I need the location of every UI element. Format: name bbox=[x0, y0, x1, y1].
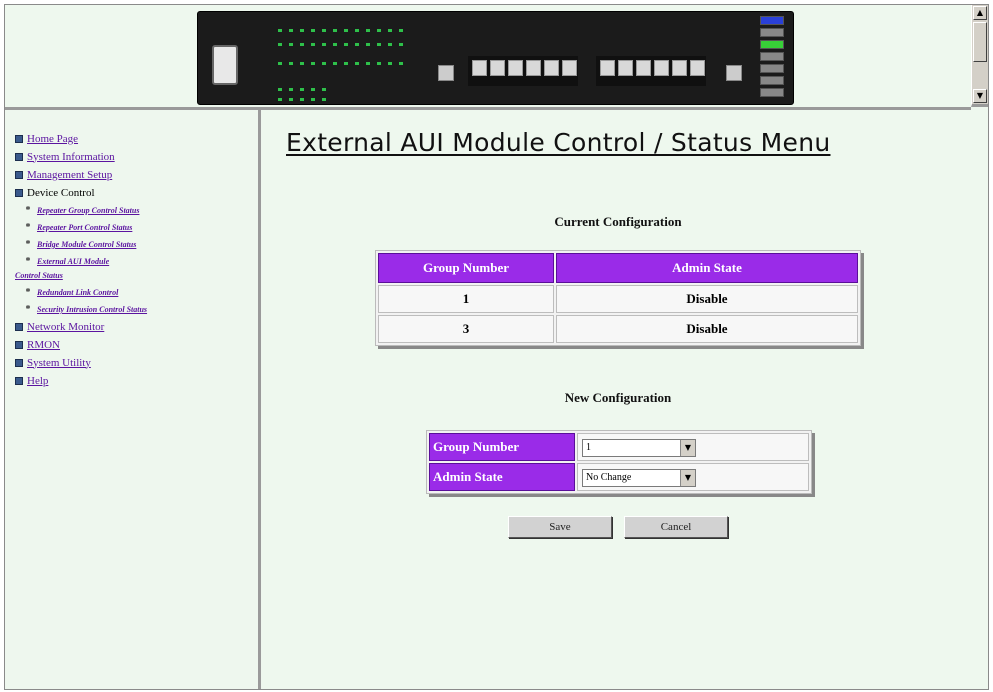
admin-state-cell: No Change ▼ bbox=[577, 463, 809, 491]
bullet-icon bbox=[15, 377, 23, 385]
scroll-up-icon[interactable]: ▲ bbox=[973, 6, 987, 20]
star-icon: * bbox=[25, 239, 31, 250]
group-number-cell: 1 ▼ bbox=[577, 433, 809, 461]
new-config-form: Group Number 1 ▼ Admin State No Change ▼ bbox=[426, 430, 812, 494]
bullet-icon bbox=[15, 171, 23, 179]
sub-link-redundant-link[interactable]: Redundant Link Control bbox=[37, 284, 118, 301]
star-icon: * bbox=[25, 287, 31, 298]
cancel-button[interactable]: Cancel bbox=[624, 516, 728, 538]
led-row bbox=[278, 88, 333, 101]
dropdown-arrow-icon[interactable]: ▼ bbox=[680, 439, 695, 456]
column-header-group-number: Group Number bbox=[378, 253, 554, 283]
device-front-panel[interactable] bbox=[197, 11, 794, 105]
nav-item-management-setup[interactable]: Management Setup bbox=[15, 166, 251, 184]
sub-link-repeater-group[interactable]: Repeater Group Control Status bbox=[37, 202, 139, 219]
group-number-label: Group Number bbox=[429, 433, 575, 461]
dropdown-arrow-icon[interactable]: ▼ bbox=[680, 469, 695, 486]
nav-link-system-info[interactable]: System Information bbox=[27, 149, 115, 166]
port-group-left bbox=[468, 56, 578, 86]
table-row: 1 Disable bbox=[378, 285, 858, 313]
bullet-icon bbox=[15, 135, 23, 143]
led-row bbox=[278, 78, 333, 91]
sub-item-external-aui[interactable]: * External AUI Module bbox=[15, 253, 251, 270]
column-header-admin-state: Admin State bbox=[556, 253, 858, 283]
module-buttons bbox=[760, 16, 786, 100]
nav-item-network-monitor[interactable]: Network Monitor bbox=[15, 318, 251, 336]
cell-admin-state: Disable bbox=[556, 315, 858, 343]
admin-state-value: No Change bbox=[586, 472, 632, 484]
nav-link-rmon[interactable]: RMON bbox=[27, 337, 60, 354]
header-scrollbar[interactable]: ▲ ▼ bbox=[971, 5, 988, 107]
nav-item-system-info[interactable]: System Information bbox=[15, 148, 251, 166]
bullet-icon bbox=[15, 341, 23, 349]
nav-link-network-monitor[interactable]: Network Monitor bbox=[27, 319, 104, 336]
mdi-port-icon bbox=[438, 65, 454, 81]
sub-item-bridge-module[interactable]: * Bridge Module Control Status bbox=[15, 236, 251, 253]
star-icon: * bbox=[25, 256, 31, 267]
bullet-icon bbox=[15, 359, 23, 367]
led-row bbox=[278, 52, 410, 65]
new-config-heading: New Configuration bbox=[564, 390, 672, 405]
star-icon: * bbox=[25, 205, 31, 216]
expansion-slot-icon bbox=[212, 45, 238, 85]
sub-link-external-aui[interactable]: External AUI Module bbox=[37, 253, 109, 270]
current-config-table: Group Number Admin State 1 Disable 3 Dis… bbox=[375, 250, 861, 346]
nav-label-device-control: Device Control bbox=[27, 186, 95, 199]
group-number-value: 1 bbox=[586, 442, 591, 454]
current-config-heading: Current Configuration bbox=[554, 214, 682, 229]
sub-link-repeater-port[interactable]: Repeater Port Control Status bbox=[37, 219, 132, 236]
page-title: External AUI Module Control / Status Men… bbox=[286, 128, 831, 157]
nav-item-system-utility[interactable]: System Utility bbox=[15, 354, 251, 372]
nav-link-help[interactable]: Help bbox=[27, 373, 48, 390]
sidebar-nav: Home Page System Information Management … bbox=[15, 130, 251, 390]
table-header-row: Group Number Admin State bbox=[378, 253, 858, 283]
sub-link-security-intrusion[interactable]: Security Intrusion Control Status bbox=[37, 301, 147, 318]
bullet-icon bbox=[15, 189, 23, 197]
nav-link-management-setup[interactable]: Management Setup bbox=[27, 167, 112, 184]
nav-item-home[interactable]: Home Page bbox=[15, 130, 251, 148]
star-icon: * bbox=[25, 304, 31, 315]
table-row: 3 Disable bbox=[378, 315, 858, 343]
form-row-admin-state: Admin State No Change ▼ bbox=[429, 463, 809, 491]
scroll-thumb[interactable] bbox=[973, 22, 987, 62]
content-frame: External AUI Module Control / Status Men… bbox=[262, 110, 988, 689]
sub-item-repeater-group[interactable]: * Repeater Group Control Status bbox=[15, 202, 251, 219]
cell-group-number: 1 bbox=[378, 285, 554, 313]
port-group-right bbox=[596, 56, 706, 86]
nav-item-rmon[interactable]: RMON bbox=[15, 336, 251, 354]
mdi-port-icon bbox=[726, 65, 742, 81]
sub-link-external-aui-cont[interactable]: Control Status bbox=[15, 270, 251, 284]
admin-state-select[interactable]: No Change ▼ bbox=[582, 468, 696, 487]
cell-group-number: 3 bbox=[378, 315, 554, 343]
scroll-down-icon[interactable]: ▼ bbox=[973, 89, 987, 103]
admin-state-label: Admin State bbox=[429, 463, 575, 491]
bullet-icon bbox=[15, 153, 23, 161]
bullet-icon bbox=[15, 323, 23, 331]
nav-link-home[interactable]: Home Page bbox=[27, 131, 78, 148]
nav-item-help[interactable]: Help bbox=[15, 372, 251, 390]
cell-admin-state: Disable bbox=[556, 285, 858, 313]
sub-item-redundant-link[interactable]: * Redundant Link Control bbox=[15, 284, 251, 301]
header-frame bbox=[5, 5, 971, 110]
nav-frame: Home Page System Information Management … bbox=[5, 110, 261, 689]
nav-item-device-control: Device Control bbox=[15, 184, 251, 202]
form-row-group-number: Group Number 1 ▼ bbox=[429, 433, 809, 461]
star-icon: * bbox=[25, 222, 31, 233]
led-row bbox=[278, 19, 410, 32]
nav-link-system-utility[interactable]: System Utility bbox=[27, 355, 91, 372]
sub-item-security-intrusion[interactable]: * Security Intrusion Control Status bbox=[15, 301, 251, 318]
save-button[interactable]: Save bbox=[508, 516, 612, 538]
sub-item-repeater-port[interactable]: * Repeater Port Control Status bbox=[15, 219, 251, 236]
sub-link-bridge-module[interactable]: Bridge Module Control Status bbox=[37, 236, 136, 253]
group-number-select[interactable]: 1 ▼ bbox=[582, 438, 696, 457]
led-row bbox=[278, 33, 410, 46]
